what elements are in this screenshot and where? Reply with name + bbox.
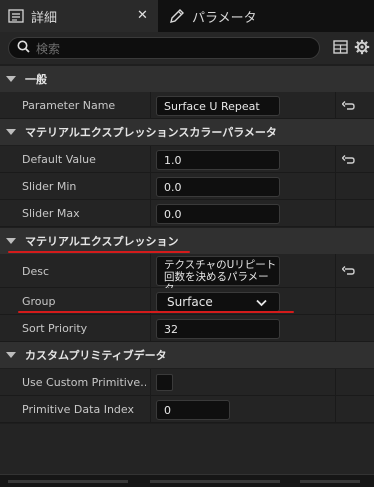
column-divider (150, 92, 151, 118)
annotation-underline (8, 251, 190, 253)
collapse-triangle-icon (6, 129, 16, 135)
column-divider (150, 315, 151, 341)
section-scalar-title: マテリアルエクスプレッションスカラーパラメータ (25, 126, 277, 139)
collapse-triangle-icon (6, 352, 16, 358)
search-row: 検索 (0, 32, 374, 64)
default-value-field[interactable]: 1.0 (156, 150, 280, 170)
column-divider (335, 369, 336, 395)
tab-details-label: 詳細 (31, 10, 58, 26)
column-divider (335, 173, 336, 199)
annotation-underline (18, 311, 294, 313)
tab-parameters[interactable]: パラメータ (162, 0, 312, 32)
group-dropdown-value: Surface (167, 295, 213, 309)
table-view-icon[interactable] (331, 38, 349, 56)
column-divider (150, 200, 151, 226)
slider-max-field[interactable]: 0.0 (156, 204, 280, 224)
primitive-data-index-field[interactable]: 0 (156, 400, 230, 420)
sort-priority-label: Sort Priority (22, 322, 88, 335)
reset-to-default-icon[interactable] (341, 99, 355, 113)
column-divider (150, 396, 151, 422)
bottom-toolbar (0, 474, 374, 487)
close-icon[interactable]: ✕ (137, 8, 148, 23)
column-divider (335, 254, 336, 287)
parameter-name-label: Parameter Name (22, 99, 116, 112)
column-divider (150, 146, 151, 172)
row-default-value: Default Value 1.0 (0, 146, 374, 173)
section-custom-primitive-data[interactable]: カスタムプリミティブデータ (0, 342, 374, 368)
row-use-custom-primitive: Use Custom Primitive… (0, 369, 374, 396)
collapse-triangle-icon (6, 76, 16, 82)
section-scalar-parameter[interactable]: マテリアルエクスプレッションスカラーパラメータ (0, 119, 374, 145)
row-desc: Desc テクスチャのUリピート回数を決めるパラメータ (0, 254, 374, 295)
column-divider (335, 315, 336, 341)
reset-to-default-icon[interactable] (341, 153, 355, 167)
sort-priority-field[interactable]: 32 (156, 319, 280, 339)
gear-icon[interactable] (353, 38, 371, 56)
column-divider (335, 396, 336, 422)
column-divider (335, 146, 336, 172)
use-custom-primitive-checkbox[interactable] (156, 374, 173, 391)
column-divider (150, 173, 151, 199)
search-input[interactable]: 検索 (8, 37, 320, 59)
slider-min-field[interactable]: 0.0 (156, 177, 280, 197)
section-general[interactable]: 一般 (0, 66, 374, 92)
search-placeholder: 検索 (36, 41, 61, 56)
tab-parameters-label: パラメータ (192, 10, 257, 26)
default-value-label: Default Value (22, 153, 96, 166)
slider-min-label: Slider Min (22, 180, 77, 193)
details-list-icon (7, 8, 25, 24)
row-primitive-data-index: Primitive Data Index 0 (0, 396, 374, 423)
empty-panel-area (0, 424, 374, 474)
section-expression-title: マテリアルエクスプレッション (25, 235, 179, 248)
collapse-triangle-icon (6, 238, 16, 244)
desc-field[interactable]: テクスチャのUリピート回数を決めるパラメータ (156, 256, 280, 295)
row-slider-min: Slider Min 0.0 (0, 173, 374, 200)
pencil-icon (168, 8, 186, 24)
desc-label: Desc (22, 264, 50, 278)
search-icon (17, 40, 30, 56)
toolbar-strip (300, 480, 360, 483)
tab-details[interactable]: 詳細 ✕ (0, 0, 158, 32)
row-slider-max: Slider Max 0.0 (0, 200, 374, 227)
row-sort-priority: Sort Priority 32 (0, 315, 374, 342)
row-parameter-name: Parameter Name Surface U Repeat (0, 92, 374, 119)
parameter-name-field[interactable]: Surface U Repeat (156, 96, 280, 116)
column-divider (335, 288, 336, 314)
section-general-title: 一般 (25, 73, 47, 86)
primitive-data-index-label: Primitive Data Index (22, 403, 134, 416)
section-primitive-title: カスタムプリミティブデータ (25, 349, 167, 362)
slider-max-label: Slider Max (22, 207, 80, 220)
toolbar-strip (150, 480, 280, 483)
toolbar-strip (8, 480, 128, 483)
group-dropdown[interactable]: Surface (156, 292, 280, 312)
tab-bar: 詳細 ✕ パラメータ (0, 0, 374, 32)
chevron-down-icon (256, 296, 267, 310)
column-divider (335, 92, 336, 118)
column-divider (150, 369, 151, 395)
column-divider (150, 254, 151, 287)
use-custom-primitive-label: Use Custom Primitive… (22, 376, 146, 389)
reset-to-default-icon[interactable] (341, 264, 355, 278)
column-divider (335, 200, 336, 226)
